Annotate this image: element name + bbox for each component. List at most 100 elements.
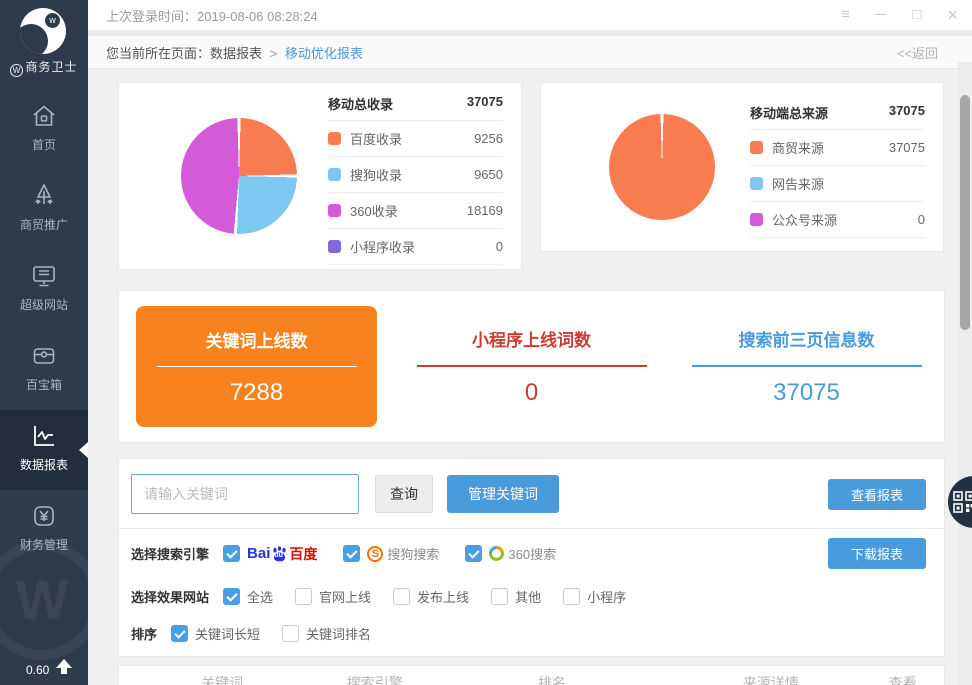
toolbox-icon	[0, 342, 88, 370]
legend-swatch	[328, 240, 341, 253]
engine-filter-label: 选择搜索引擎	[131, 544, 209, 563]
manage-keywords-button[interactable]: 管理关键词	[447, 475, 559, 513]
home-icon	[0, 102, 88, 130]
sort-label: 排序	[131, 624, 157, 643]
breadcrumb-separator: >	[270, 46, 278, 61]
legend-item: 360收录 18169	[328, 193, 503, 229]
site-miniprogram-checkbox[interactable]	[563, 588, 580, 605]
legend-swatch	[750, 213, 763, 226]
site-option-miniprogram[interactable]: 小程序	[563, 587, 626, 606]
legend-swatch	[750, 141, 763, 154]
site-official-checkbox[interactable]	[295, 588, 312, 605]
sidebar-item-label: 商贸推广	[20, 218, 68, 232]
col-engine: 搜索引擎	[325, 673, 424, 685]
site-option-publish[interactable]: 发布上线	[393, 587, 469, 606]
sidebar-item-label: 百宝箱	[26, 378, 62, 392]
engine-360-option[interactable]: 360搜索	[465, 544, 556, 563]
sort-rank-checkbox[interactable]	[282, 625, 299, 642]
mobile-index-legend: 移动总收录 37075 百度收录 9256 搜狗收录 9650	[328, 87, 503, 265]
breadcrumb-current[interactable]: 移动优化报表	[285, 46, 363, 61]
col-rank: 排名	[424, 673, 680, 685]
site-all-checkbox[interactable]	[223, 588, 240, 605]
mobile-source-legend: 移动端总来源 37075 商贸来源 37075 网告来源	[750, 96, 925, 238]
legend-total: 37075	[889, 103, 925, 122]
download-report-button[interactable]: 下载报表	[828, 538, 926, 569]
mobile-source-card: 移动端总来源 37075 商贸来源 37075 网告来源	[540, 82, 944, 252]
results-table: 关键词 搜索引擎 排名 来源详情 查看	[118, 665, 945, 685]
baidu-paw-icon: du	[271, 546, 288, 562]
sidebar-item-label: 首页	[32, 138, 56, 152]
watermark-shield: W	[0, 540, 88, 660]
back-link[interactable]: <<返回	[897, 43, 972, 62]
sidebar-item-website[interactable]: 超级网站	[0, 250, 88, 330]
site-publish-checkbox[interactable]	[393, 588, 410, 605]
engine-sogou-option[interactable]: S 搜狗搜索	[343, 544, 439, 563]
scrollbar-thumb[interactable]	[960, 95, 970, 330]
site-other-checkbox[interactable]	[491, 588, 508, 605]
active-item-arrow	[79, 442, 88, 458]
close-icon[interactable]: ×	[947, 0, 958, 30]
view-report-button[interactable]: 查看报表	[828, 479, 926, 510]
sidebar-item-home[interactable]: 首页	[0, 90, 88, 170]
breadcrumb-prefix: 您当前所在页面：	[106, 46, 210, 61]
stat-miniprogram-words: 小程序上线词数 0	[394, 291, 669, 442]
scrollbar[interactable]	[958, 62, 972, 685]
sort-option-rank[interactable]: 关键词排名	[282, 624, 371, 643]
table-header-row: 关键词 搜索引擎 排名 来源详情 查看	[119, 666, 944, 685]
site-option-all[interactable]: 全选	[223, 587, 273, 606]
sidebar-item-label: 超级网站	[20, 298, 68, 312]
qr-code-icon	[953, 491, 972, 513]
chart-icon	[0, 422, 88, 450]
col-view: 查看	[862, 673, 945, 685]
sidebar-item-toolbox[interactable]: 百宝箱	[0, 330, 88, 410]
last-login-text: 上次登录时间：2019-08-06 08:28:24	[88, 6, 841, 25]
baidu-checkbox[interactable]	[223, 545, 240, 562]
engine-baidu-option[interactable]: Bai du 百度	[223, 544, 317, 564]
query-button[interactable]: 查询	[375, 475, 433, 513]
legend-item: 搜狗收录 9650	[328, 157, 503, 193]
legend-item: 百度收录 9256	[328, 121, 503, 157]
sidebar-item-label: 数据报表	[20, 458, 68, 472]
sidebar-item-promotion[interactable]: 商贸推广	[0, 170, 88, 250]
legend-swatch	[750, 177, 763, 190]
site-option-other[interactable]: 其他	[491, 587, 541, 606]
sort-option-length[interactable]: 关键词长短	[171, 624, 260, 643]
legend-title: 移动端总来源	[750, 103, 828, 122]
s360-checkbox[interactable]	[465, 545, 482, 562]
legend-total: 37075	[467, 94, 503, 113]
legend-item: 网告来源	[750, 166, 925, 202]
scroll-up-arrow[interactable]	[56, 659, 72, 675]
stat-top3-pages: 搜索前三页信息数 37075	[669, 291, 944, 442]
site-filter-label: 选择效果网站	[131, 587, 209, 606]
sort-length-checkbox[interactable]	[171, 625, 188, 642]
legend-item: 小程序收录 0	[328, 229, 503, 265]
legend-title: 移动总收录	[328, 94, 393, 113]
sogou-checkbox[interactable]	[343, 545, 360, 562]
site-option-official[interactable]: 官网上线	[295, 587, 371, 606]
finance-yuan-icon	[0, 502, 88, 530]
app-logo: w W商务卫士	[0, 0, 88, 86]
legend-swatch	[328, 168, 341, 181]
stats-card: 关键词上线数 7288 小程序上线词数 0 搜索前三页信息数 37075	[118, 290, 945, 443]
sidebar-item-reports[interactable]: 数据报表	[0, 410, 88, 490]
col-keyword: 关键词	[119, 673, 325, 685]
content: 移动总收录 37075 百度收录 9256 搜狗收录 9650	[88, 70, 972, 685]
maximize-icon[interactable]: □	[912, 0, 921, 30]
keyword-input[interactable]	[131, 474, 359, 514]
filter-card: 查询 管理关键词 查看报表 选择搜索引擎 Bai	[118, 458, 945, 657]
version-label: 0.60	[26, 663, 49, 677]
legend-swatch	[328, 132, 341, 145]
promotion-rocket-icon	[0, 182, 88, 210]
sidebar-nav: 首页 商贸推广 超级网站	[0, 90, 88, 570]
sidebar: w W商务卫士 首页 商贸推广	[0, 0, 88, 685]
brand-name: W商务卫士	[0, 58, 88, 77]
menu-icon[interactable]: ≡	[841, 0, 850, 30]
col-source-detail: 来源详情	[680, 673, 862, 685]
stat-keywords-online: 关键词上线数 7288	[119, 291, 394, 442]
stat-keywords-online-tile[interactable]: 关键词上线数 7288	[136, 306, 377, 427]
app-window: w W商务卫士 首页 商贸推广	[0, 0, 972, 685]
legend-item: 商贸来源 37075	[750, 130, 925, 166]
minimize-icon[interactable]: ─	[876, 0, 887, 30]
sogou-logo-icon: S	[367, 546, 383, 562]
monitor-icon	[0, 262, 88, 290]
